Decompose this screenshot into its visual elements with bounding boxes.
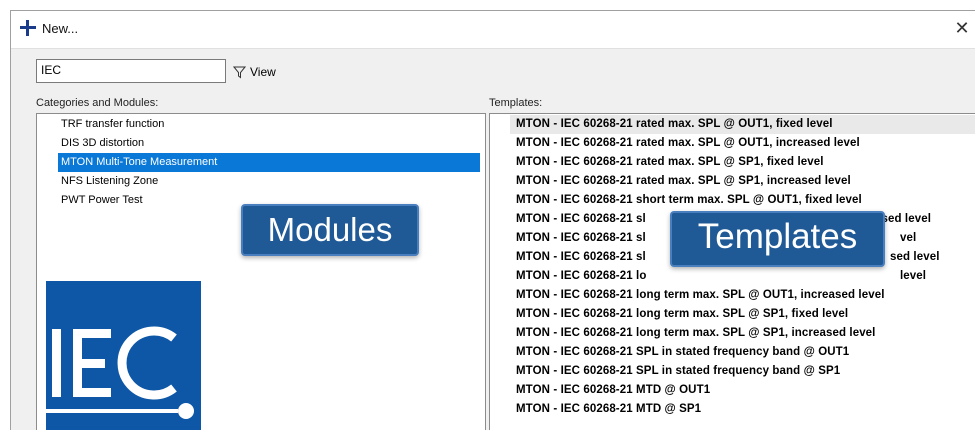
- category-item-trf[interactable]: TRF transfer function: [58, 115, 164, 134]
- dialog-title: New...: [42, 21, 79, 36]
- template-item[interactable]: MTON - IEC 60268-21 lo: [516, 267, 646, 286]
- filter-icon: [233, 66, 246, 78]
- templates-label: Templates:: [489, 97, 543, 109]
- template-item[interactable]: MTON - IEC 60268-21 rated max. SPL @ SP1…: [516, 172, 851, 191]
- template-item-tail: level: [900, 270, 927, 282]
- categories-label: Categories and Modules:: [36, 97, 159, 109]
- title-bar: New... ✕: [11, 11, 975, 49]
- template-item-tail: sed level: [890, 251, 940, 263]
- template-item[interactable]: MTON - IEC 60268-21 sl: [516, 229, 646, 248]
- template-item[interactable]: MTON - IEC 60268-21 SPL in stated freque…: [516, 362, 840, 381]
- template-item[interactable]: MTON - IEC 60268-21 rated max. SPL @ SP1…: [516, 153, 824, 172]
- view-label: View: [250, 65, 276, 79]
- template-item[interactable]: MTON - IEC 60268-21 short term max. SPL …: [516, 191, 862, 210]
- template-item[interactable]: MTON - IEC 60268-21 sl: [516, 248, 646, 267]
- template-item[interactable]: MTON - IEC 60268-21 sl: [516, 210, 646, 229]
- template-item[interactable]: MTON - IEC 60268-21 SPL in stated freque…: [516, 343, 849, 362]
- category-item-dis[interactable]: DIS 3D distortion: [58, 134, 144, 153]
- new-dialog: New... ✕ IEC View Categories and Modules…: [10, 10, 975, 430]
- template-item[interactable]: MTON - IEC 60268-21 MTD @ SP1: [516, 400, 701, 419]
- template-item[interactable]: MTON - IEC 60268-21 rated max. SPL @ OUT…: [516, 134, 860, 153]
- template-item[interactable]: MTON - IEC 60268-21 long term max. SPL @…: [516, 324, 875, 343]
- category-item-mton[interactable]: MTON Multi-Tone Measurement: [58, 153, 480, 172]
- templates-list[interactable]: MTON - IEC 60268-21 rated max. SPL @ OUT…: [489, 113, 975, 430]
- template-item[interactable]: MTON - IEC 60268-21 long term max. SPL @…: [516, 305, 848, 324]
- template-item[interactable]: MTON - IEC 60268-21 MTD @ OUT1: [516, 381, 710, 400]
- search-input[interactable]: IEC: [36, 59, 226, 83]
- templates-callout: Templates: [670, 211, 885, 267]
- plus-icon: [19, 19, 37, 37]
- template-item-tail: vel: [900, 232, 917, 244]
- modules-callout: Modules: [241, 204, 419, 256]
- category-item-pwt[interactable]: PWT Power Test: [58, 191, 143, 210]
- view-filter-button[interactable]: View: [233, 63, 276, 81]
- close-icon[interactable]: ✕: [951, 17, 973, 39]
- template-item[interactable]: MTON - IEC 60268-21 long term max. SPL @…: [516, 286, 885, 305]
- template-item[interactable]: MTON - IEC 60268-21 rated max. SPL @ OUT…: [510, 115, 975, 134]
- category-item-nfs[interactable]: NFS Listening Zone: [58, 172, 158, 191]
- iec-logo: [46, 281, 201, 430]
